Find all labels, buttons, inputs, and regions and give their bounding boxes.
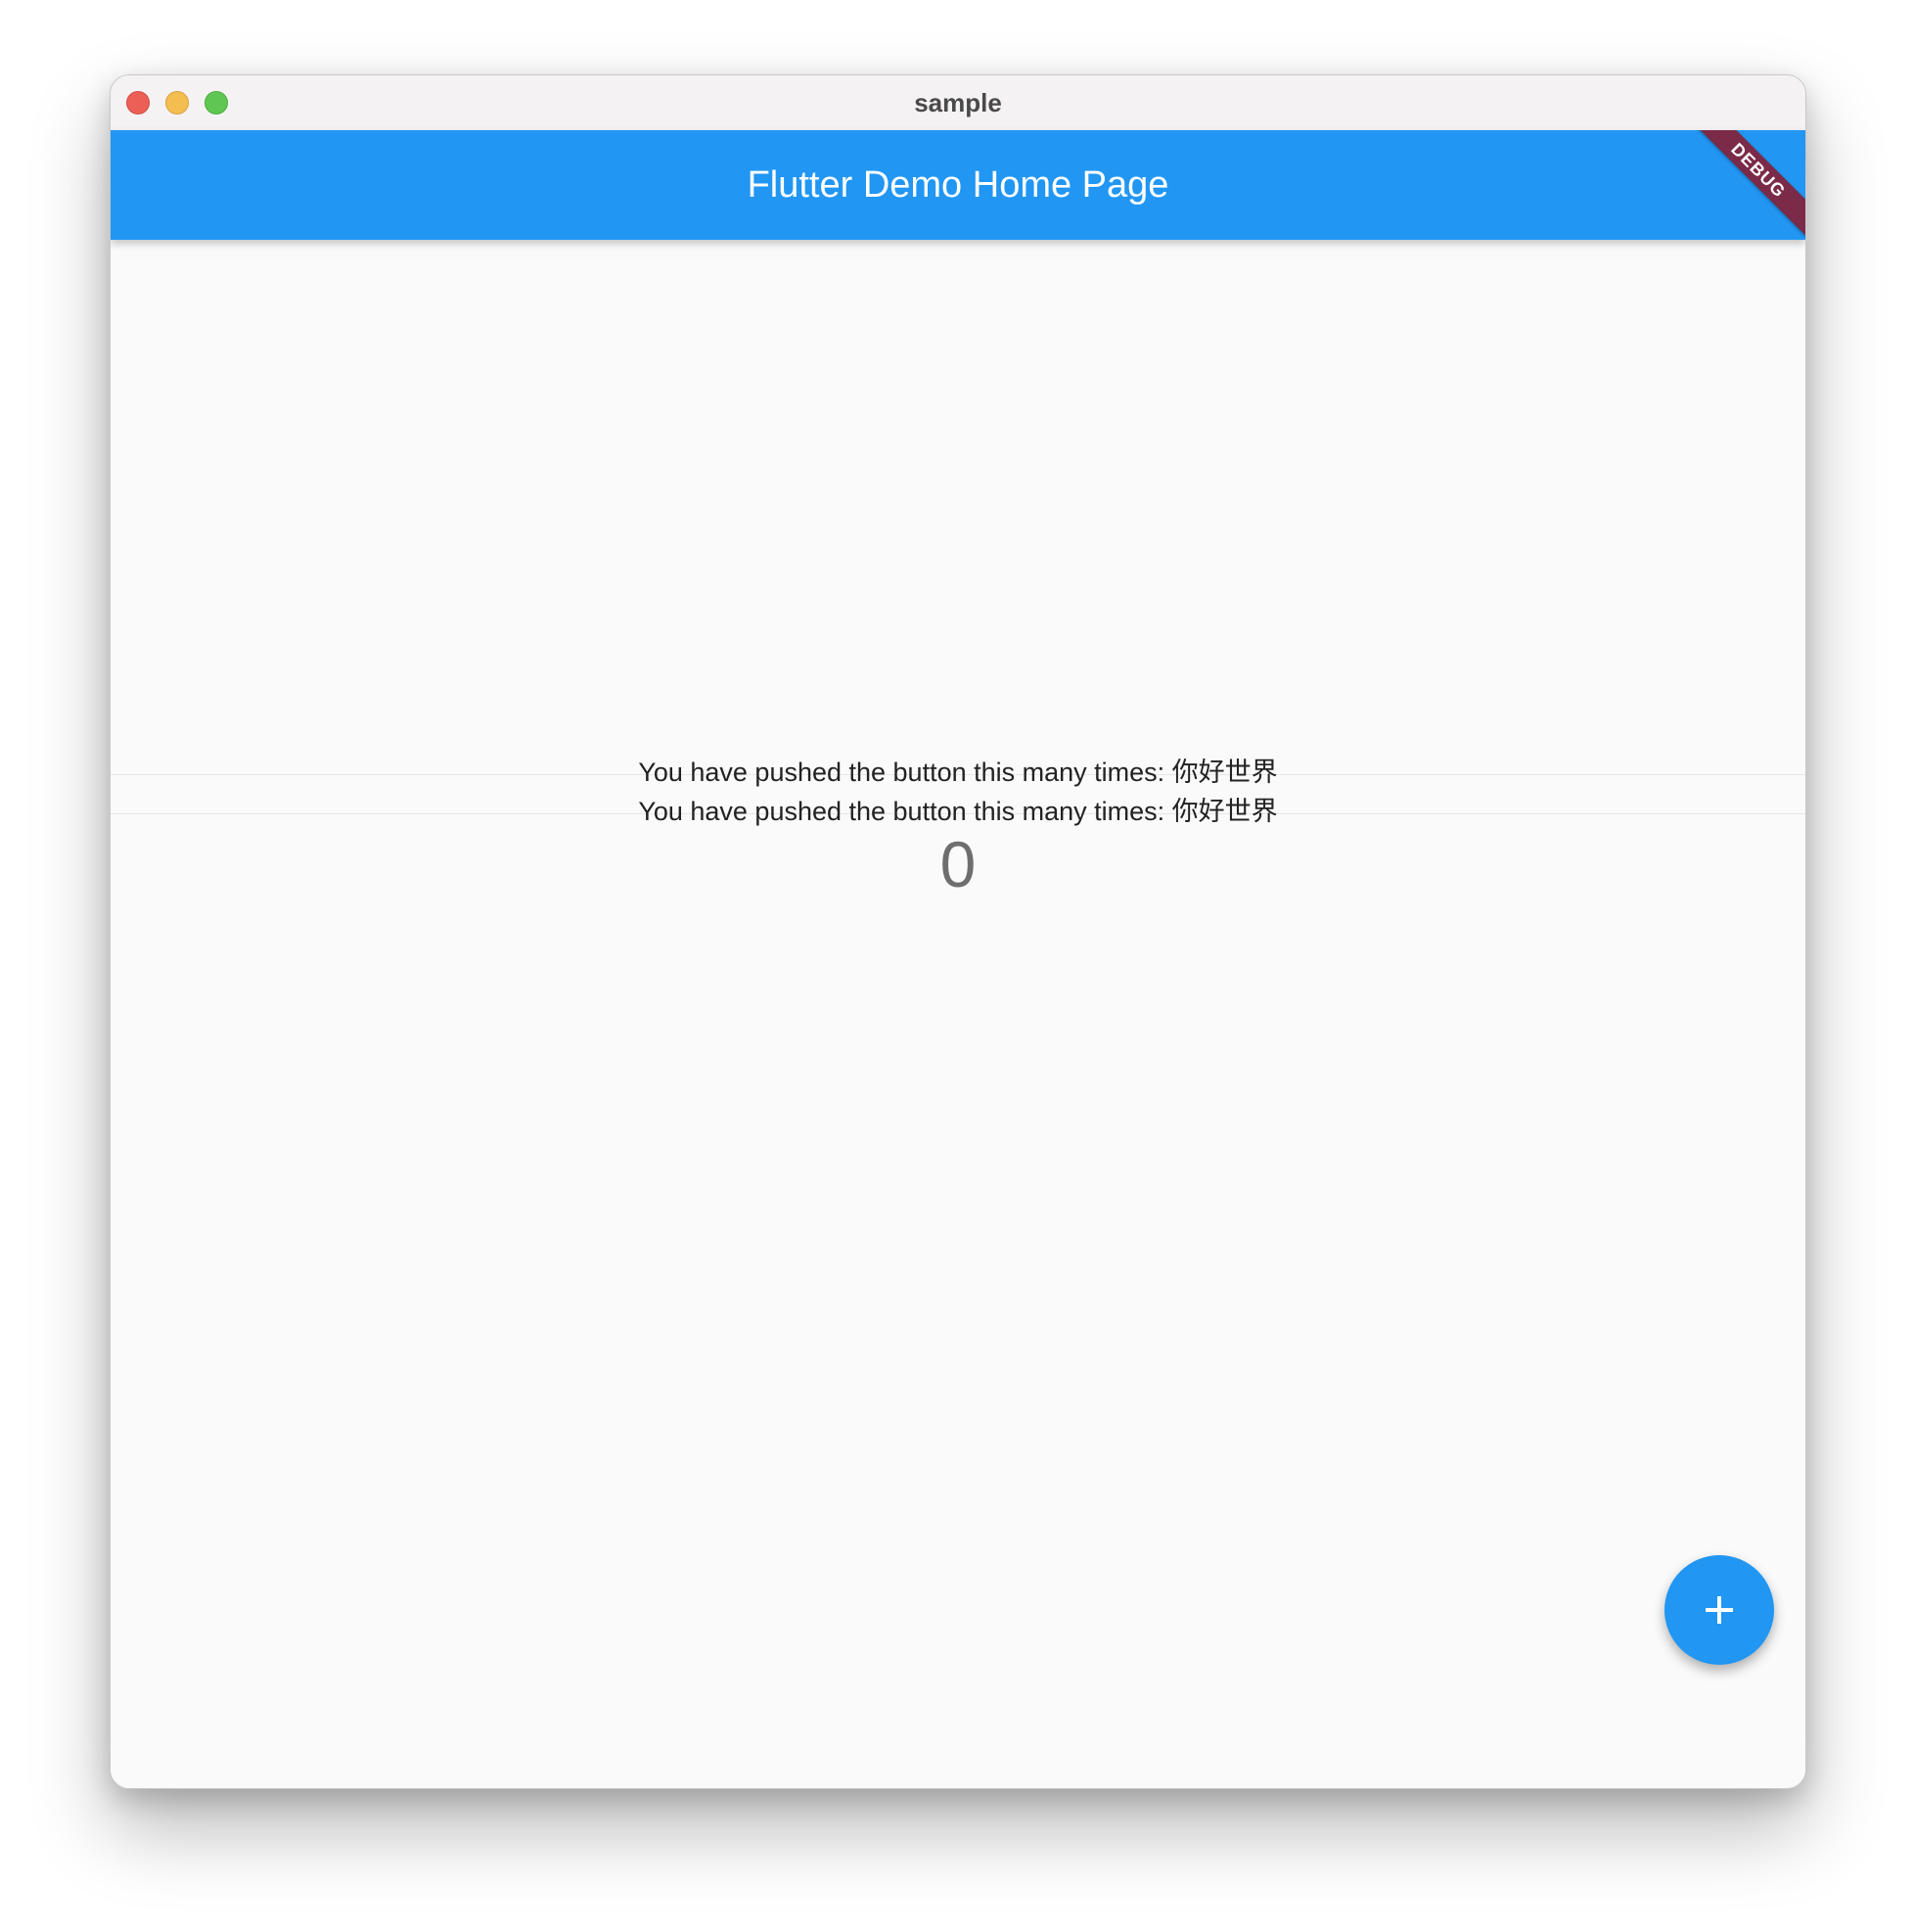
window-titlebar[interactable]: sample <box>111 75 1805 131</box>
counter-label: You have pushed the button this many tim… <box>638 758 1278 787</box>
counter-value: 0 <box>939 828 977 900</box>
app-bar: Flutter Demo Home Page DEBUG <box>111 130 1805 240</box>
increment-button[interactable] <box>1664 1555 1774 1665</box>
plus-icon <box>1706 1596 1733 1624</box>
page-title: Flutter Demo Home Page <box>747 164 1169 206</box>
app-window: sample Flutter Demo Home Page DEBUG You … <box>110 74 1806 1789</box>
main-content: You have pushed the button this many tim… <box>111 240 1805 1788</box>
window-title: sample <box>914 88 1002 117</box>
